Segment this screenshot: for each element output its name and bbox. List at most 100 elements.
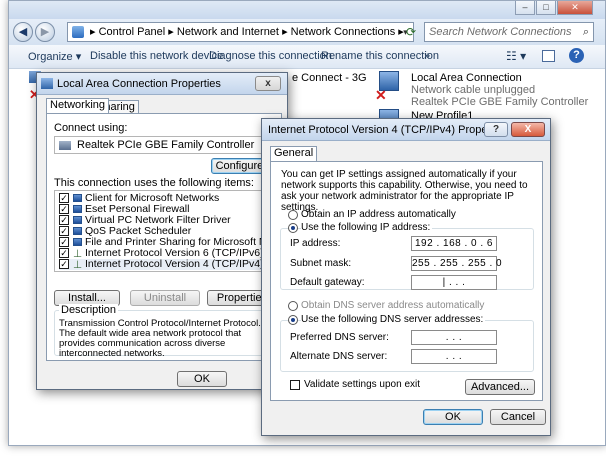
lan-properties-titlebar: Local Area Connection Properties xyxy=(37,73,287,95)
address-bar-area: ◀ ▶ ▸ Control Panel ▸ Network and Intern… xyxy=(9,19,605,45)
adapter-name: Realtek PCIe GBE Family Controller xyxy=(77,139,255,151)
close-icon[interactable]: x xyxy=(255,76,281,91)
network-card-icon xyxy=(59,141,71,150)
refresh-icon[interactable]: ⟳ xyxy=(401,22,421,42)
obtain-dns-auto-radio[interactable] xyxy=(288,301,298,311)
use-following-dns-label[interactable]: Use the following DNS server addresses: xyxy=(301,314,486,325)
ok-button[interactable]: OK xyxy=(177,371,227,387)
use-following-ip-radio[interactable] xyxy=(288,223,298,233)
disable-device-button[interactable]: Disable this network device xyxy=(90,50,223,62)
networking-tab-panel: Connect using: Realtek PCIe GBE Family C… xyxy=(46,113,303,361)
intro-text: You can get IP settings assigned automat… xyxy=(281,169,528,213)
preview-pane-icon[interactable] xyxy=(542,50,555,62)
obtain-dns-auto-label[interactable]: Obtain DNS server address automatically xyxy=(301,300,484,311)
checkbox[interactable]: ✓ xyxy=(59,193,69,203)
network-adapter-icon xyxy=(41,78,53,89)
window-close-button[interactable]: ✕ xyxy=(557,1,593,15)
alternate-dns-field[interactable]: . . . xyxy=(411,349,497,364)
back-button[interactable]: ◀ xyxy=(13,22,33,42)
lan-properties-dialog: Local Area Connection Properties x Netwo… xyxy=(36,72,303,390)
ip-address-field[interactable]: 192 . 168 . 0 . 6 xyxy=(411,236,497,251)
subnet-mask-label: Subnet mask: xyxy=(290,258,352,269)
service-icon xyxy=(73,216,82,224)
default-gateway-field[interactable]: | . . . xyxy=(411,275,497,290)
ipv4-properties-dialog: Internet Protocol Version 4 (TCP/IPv4) P… xyxy=(261,118,551,436)
checkbox[interactable]: ✓ xyxy=(59,204,69,214)
adapter-field: Realtek PCIe GBE Family Controller xyxy=(54,136,276,154)
connection-status: Network cable unplugged xyxy=(411,84,536,96)
preferred-dns-label: Preferred DNS server: xyxy=(290,332,389,343)
window-titlebar: – □ ✕ xyxy=(9,1,605,19)
connection-3g-name[interactable]: e Connect - 3G xyxy=(292,72,367,84)
validate-label[interactable]: Validate settings upon exit xyxy=(304,379,420,390)
uninstall-button[interactable]: Uninstall xyxy=(130,290,200,306)
forward-button[interactable]: ▶ xyxy=(35,22,55,42)
search-icon[interactable]: ⌕ xyxy=(583,23,589,41)
checkbox[interactable]: ✓ xyxy=(59,215,69,225)
organize-menu[interactable]: Organize ▾ xyxy=(28,50,81,63)
minimize-button[interactable]: – xyxy=(515,1,535,15)
lan-properties-title: Local Area Connection Properties xyxy=(57,78,221,90)
connection-device: Realtek PCIe GBE Family Controller xyxy=(411,96,589,108)
breadcrumb-control-panel[interactable]: Control Panel xyxy=(99,26,166,38)
help-button[interactable]: ? xyxy=(484,122,508,137)
address-separator-icon: ▸ xyxy=(168,26,177,38)
service-icon xyxy=(73,238,82,246)
help-icon[interactable]: ? xyxy=(569,48,584,63)
ok-button[interactable]: OK xyxy=(423,409,483,425)
checkbox[interactable]: ✓ xyxy=(59,259,69,269)
address-box[interactable]: ▸ Control Panel ▸ Network and Internet ▸… xyxy=(67,22,414,42)
alternate-dns-label: Alternate DNS server: xyxy=(290,351,388,362)
obtain-ip-auto-label[interactable]: Obtain an IP address automatically xyxy=(301,209,456,220)
disconnected-x-icon: ✕ xyxy=(375,87,387,103)
command-bar: Organize ▾ Disable this network device D… xyxy=(9,45,605,69)
cancel-button[interactable]: Cancel xyxy=(490,409,546,425)
preferred-dns-field[interactable]: . . . xyxy=(411,330,497,345)
address-separator-icon: ▸ xyxy=(282,26,291,38)
chevron-down-icon: ▾ xyxy=(75,51,82,63)
static-dns-group xyxy=(280,320,534,372)
description-label: Description xyxy=(59,304,119,316)
advanced-button[interactable]: Advanced... xyxy=(465,379,535,395)
description-text: Transmission Control Protocol/Internet P… xyxy=(59,318,261,359)
protocol-icon: ⊥ xyxy=(73,259,83,271)
items-label: This connection uses the following items… xyxy=(54,177,254,189)
connection-name[interactable]: Local Area Connection xyxy=(411,72,522,84)
rename-connection-button[interactable]: Rename this connection xyxy=(321,50,439,62)
address-separator-icon: ▸ xyxy=(90,26,99,38)
subnet-mask-field[interactable]: 255 . 255 . 255 . 0 xyxy=(411,256,502,271)
close-icon[interactable]: X xyxy=(511,122,545,137)
items-list: ✓ Client for Microsoft Networks ✓ Eset Per… xyxy=(54,190,303,272)
service-icon xyxy=(73,205,82,213)
checkbox[interactable]: ✓ xyxy=(59,248,69,258)
general-tab-panel: You can get IP settings assigned automat… xyxy=(270,161,543,401)
breadcrumb-network-connections[interactable]: Network Connections xyxy=(291,26,396,38)
network-adapter-icon[interactable]: ✕ xyxy=(375,71,405,103)
description-group: Description Transmission Control Protoco… xyxy=(54,304,276,359)
obtain-ip-auto-radio[interactable] xyxy=(288,210,298,220)
more-commands-button[interactable]: » xyxy=(424,50,430,62)
ip-address-label: IP address: xyxy=(290,238,341,249)
checkbox[interactable]: ✓ xyxy=(59,226,69,236)
list-item-selected[interactable]: ✓ ⊥ Internet Protocol Version 4 (TCP/IPv4) xyxy=(59,259,271,271)
use-following-ip-label[interactable]: Use the following IP address: xyxy=(301,222,433,233)
breadcrumb-network-and-internet[interactable]: Network and Internet xyxy=(177,26,279,38)
search-placeholder: Search Network Connections xyxy=(429,26,572,38)
protocol-icon: ⊥ xyxy=(73,248,83,260)
tab-networking[interactable]: Networking xyxy=(46,98,110,113)
diagnose-connection-button[interactable]: Diagnose this connection xyxy=(209,50,332,62)
validate-checkbox[interactable] xyxy=(290,380,300,390)
connect-using-label: Connect using: xyxy=(54,122,128,134)
client-icon xyxy=(73,194,82,202)
service-icon xyxy=(73,227,82,235)
tab-general[interactable]: General xyxy=(270,146,318,161)
organize-label: Organize xyxy=(28,51,73,63)
ipv4-title: Internet Protocol Version 4 (TCP/IPv4) P… xyxy=(268,124,509,136)
change-view-icon[interactable]: ☷ ▾ xyxy=(506,49,526,63)
control-panel-icon xyxy=(72,26,84,38)
maximize-button[interactable]: □ xyxy=(536,1,556,15)
checkbox[interactable]: ✓ xyxy=(59,237,69,247)
use-following-dns-radio[interactable] xyxy=(288,315,298,325)
default-gateway-label: Default gateway: xyxy=(290,277,365,288)
search-input[interactable]: Search Network Connections ⌕ xyxy=(424,22,594,42)
